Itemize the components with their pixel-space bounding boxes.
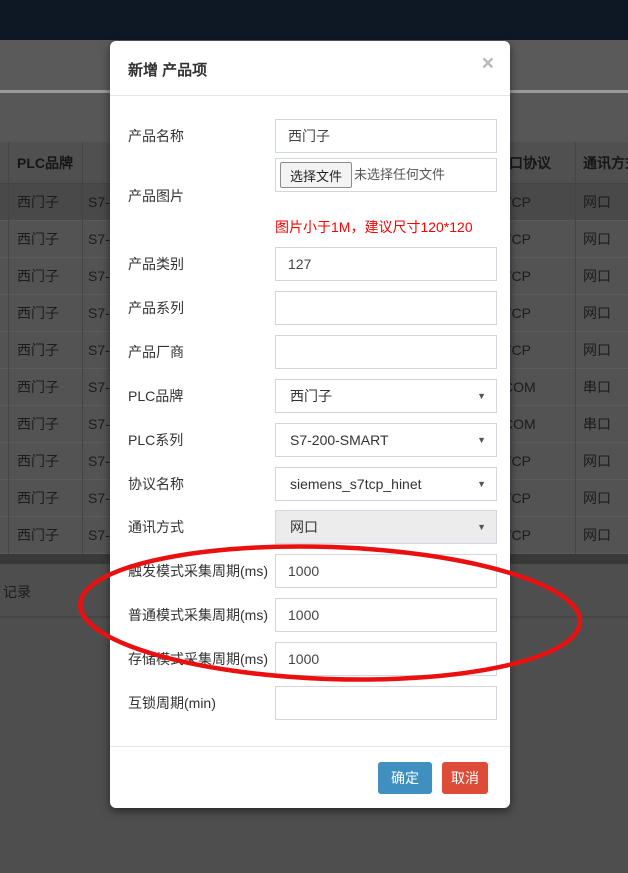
table-border	[82, 142, 83, 554]
comm-method-select: 网口 ▼	[275, 510, 497, 544]
field-label-normal-period: 普通模式采集周期(ms)	[128, 598, 268, 632]
protocol-name-select[interactable]: siemens_s7tcp_hinet ▼	[275, 467, 497, 501]
field-label-plc-brand: PLC品牌	[128, 379, 183, 413]
close-icon[interactable]: ×	[482, 53, 494, 74]
field-label-storage-period: 存储模式采集周期(ms)	[128, 642, 268, 676]
column-header-plc-brand: PLC品牌	[17, 142, 73, 184]
add-product-modal: 新增 产品项 × 产品名称 产品图片 选择文件 未选择任何文件 图片小于1M，建…	[110, 41, 510, 808]
product-category-input[interactable]	[275, 247, 497, 281]
modal-title: 新增 产品项	[128, 59, 207, 80]
image-size-hint: 图片小于1M，建议尺寸120*120	[275, 217, 473, 237]
product-series-input[interactable]	[275, 291, 497, 325]
choose-file-button[interactable]: 选择文件	[280, 162, 352, 188]
product-name-input[interactable]	[275, 119, 497, 153]
field-label-product-image: 产品图片	[128, 179, 184, 213]
records-info-text: 记录	[3, 582, 31, 602]
chevron-down-icon: ▼	[477, 380, 486, 412]
chevron-down-icon: ▼	[477, 424, 486, 456]
field-label-product-name: 产品名称	[128, 119, 184, 153]
field-label-product-category: 产品类别	[128, 247, 184, 281]
file-chosen-text: 未选择任何文件	[354, 159, 445, 191]
product-vendor-input[interactable]	[275, 335, 497, 369]
normal-mode-period-input[interactable]	[275, 598, 497, 632]
field-label-interlock-period: 互锁周期(min)	[128, 686, 216, 720]
page: PLC品牌 接口协议 通讯方式 西门子 S7- TCP 网口 西门子 S7- T…	[0, 0, 628, 873]
field-label-plc-series: PLC系列	[128, 423, 183, 457]
top-navbar	[0, 0, 628, 40]
plc-brand-select[interactable]: 西门子 ▼	[275, 379, 497, 413]
field-label-protocol-name: 协议名称	[128, 467, 184, 501]
field-label-product-series: 产品系列	[128, 291, 184, 325]
interlock-period-input[interactable]	[275, 686, 497, 720]
plc-series-select[interactable]: S7-200-SMART ▼	[275, 423, 497, 457]
chevron-down-icon: ▼	[477, 468, 486, 500]
chevron-down-icon: ▼	[477, 511, 486, 543]
storage-mode-period-input[interactable]	[275, 642, 497, 676]
column-header-comm-method: 通讯方式	[583, 142, 628, 184]
modal-header: 新增 产品项 ×	[110, 41, 510, 96]
cancel-button[interactable]: 取消	[442, 762, 488, 794]
confirm-button[interactable]: 确定	[378, 762, 432, 794]
modal-footer-divider	[110, 746, 510, 747]
field-label-product-vendor: 产品厂商	[128, 335, 184, 369]
field-label-comm-method: 通讯方式	[128, 510, 184, 544]
table-border	[8, 142, 9, 554]
table-border	[575, 142, 576, 554]
file-input[interactable]: 选择文件 未选择任何文件	[275, 158, 497, 192]
field-label-trigger-period: 触发模式采集周期(ms)	[128, 554, 268, 588]
trigger-mode-period-input[interactable]	[275, 554, 497, 588]
